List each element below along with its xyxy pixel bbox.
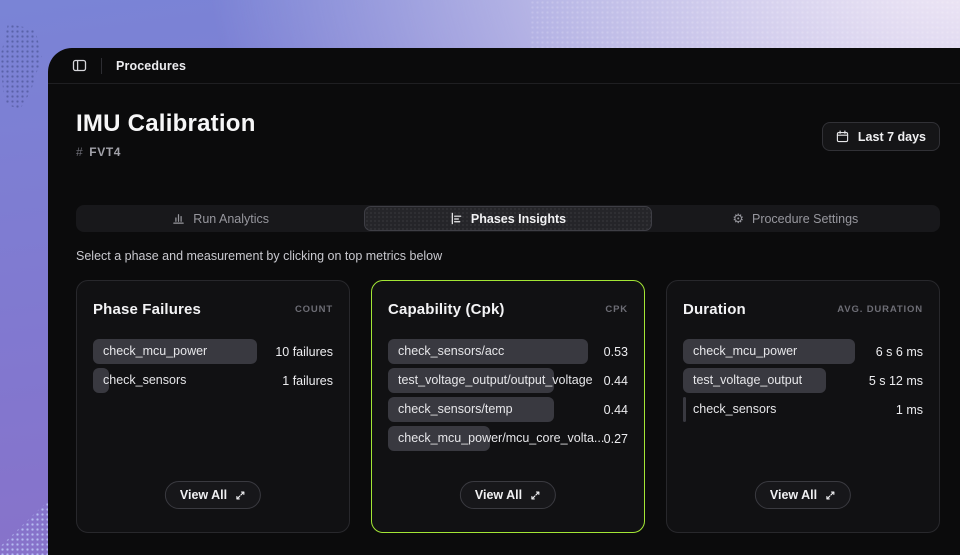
bar-chart-icon (172, 212, 185, 225)
view-all-button[interactable]: View All (460, 481, 556, 509)
card-unit-label: CPK (605, 304, 628, 315)
metric-row[interactable]: test_voltage_output/output_voltage 0.44 (388, 368, 628, 393)
window-header: Procedures (48, 48, 960, 84)
page-header: IMU Calibration # FVT4 Last 7 days (76, 110, 940, 159)
expand-diagonal-icon (530, 490, 541, 501)
tab-procedure-settings[interactable]: ⚙ Procedure Settings (652, 206, 939, 231)
metric-value: 0.44 (596, 403, 628, 417)
dot-texture-bottom-left (0, 497, 48, 555)
header-divider (101, 58, 102, 74)
panel-left-icon (72, 58, 87, 73)
hint-text: Select a phase and measurement by clicki… (76, 248, 940, 264)
metric-label: check_sensors (693, 397, 776, 422)
metric-label: check_mcu_power (693, 339, 797, 364)
card-unit-label: COUNT (295, 304, 333, 315)
metric-label: check_sensors/temp (398, 397, 513, 422)
tab-phases-insights[interactable]: Phases Insights (364, 206, 651, 231)
dot-texture-top-left (0, 24, 44, 110)
metric-label: test_voltage_output/output_voltage (398, 368, 593, 393)
view-all-button[interactable]: View All (165, 481, 261, 509)
tab-label: Procedure Settings (752, 212, 858, 226)
view-all-label: View All (180, 488, 227, 502)
metric-row[interactable]: check_mcu_power/mcu_core_volta... 0.27 (388, 426, 628, 451)
card-unit-label: AVG. DURATION (837, 304, 923, 315)
metric-row[interactable]: check_sensors/temp 0.44 (388, 397, 628, 422)
metric-value: 0.53 (596, 345, 628, 359)
procedure-tag: # FVT4 (76, 145, 256, 159)
metric-value: 10 failures (265, 345, 333, 359)
metric-row[interactable]: check_sensors 1 failures (93, 368, 333, 393)
gear-icon: ⚙ (732, 212, 744, 225)
metric-label: test_voltage_output (693, 368, 802, 393)
metric-cards: Phase Failures COUNT check_mcu_power 10 … (76, 280, 940, 533)
metric-row[interactable]: check_mcu_power 6 s 6 ms (683, 339, 923, 364)
metric-row[interactable]: check_sensors 1 ms (683, 397, 923, 422)
expand-diagonal-icon (825, 490, 836, 501)
date-range-button[interactable]: Last 7 days (822, 122, 940, 151)
tab-run-analytics[interactable]: Run Analytics (77, 206, 364, 231)
app-window: Procedures IMU Calibration # FVT4 (48, 48, 960, 555)
metric-label: check_sensors (103, 368, 186, 393)
metric-value: 0.44 (596, 374, 628, 388)
card-phase-failures: Phase Failures COUNT check_mcu_power 10 … (76, 280, 350, 533)
card-title: Duration (683, 301, 746, 318)
metric-label: check_mcu_power (103, 339, 207, 364)
card-title: Phase Failures (93, 301, 201, 318)
dot-texture-top-right (530, 0, 960, 48)
card-title: Capability (Cpk) (388, 301, 505, 318)
tab-label: Phases Insights (471, 212, 566, 226)
metric-row[interactable]: test_voltage_output 5 s 12 ms (683, 368, 923, 393)
metric-value: 1 failures (265, 374, 333, 388)
view-all-button[interactable]: View All (755, 481, 851, 509)
tab-bar: Run Analytics Phases Insights ⚙ Procedur… (76, 205, 940, 232)
metric-row[interactable]: check_mcu_power 10 failures (93, 339, 333, 364)
date-range-label: Last 7 days (858, 130, 926, 144)
breadcrumb: Procedures (116, 59, 186, 73)
metric-bar (683, 397, 686, 422)
metric-value: 1 ms (863, 403, 923, 417)
metric-label: check_mcu_power/mcu_core_volta... (398, 426, 604, 451)
metric-row[interactable]: check_sensors/acc 0.53 (388, 339, 628, 364)
page-title: IMU Calibration (76, 110, 256, 138)
procedure-tag-label: FVT4 (89, 145, 121, 159)
metric-value: 6 s 6 ms (863, 345, 923, 359)
view-all-label: View All (475, 488, 522, 502)
sidebar-toggle-button[interactable] (72, 58, 87, 73)
tab-label: Run Analytics (193, 212, 269, 226)
calendar-icon (836, 130, 849, 143)
expand-diagonal-icon (235, 490, 246, 501)
hash-icon: # (76, 145, 83, 159)
card-capability-cpk: Capability (Cpk) CPK check_sensors/acc 0… (371, 280, 645, 533)
view-all-label: View All (770, 488, 817, 502)
card-duration: Duration AVG. DURATION check_mcu_power 6… (666, 280, 940, 533)
horizontal-bar-chart-icon (450, 212, 463, 225)
metric-value: 5 s 12 ms (863, 374, 923, 388)
metric-label: check_sensors/acc (398, 339, 504, 364)
